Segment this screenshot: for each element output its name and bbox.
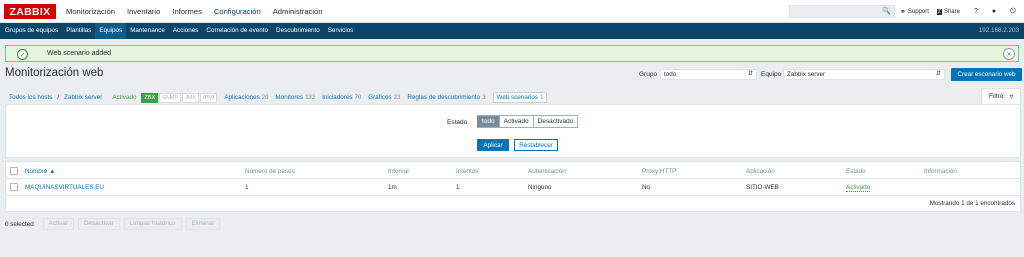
host-navigation: Todos los hosts / Zabbix server Activado… bbox=[9, 92, 548, 103]
column-header-steps: Número de pasos bbox=[245, 168, 295, 175]
server-ip: 192.168.2.203 bbox=[978, 27, 1019, 34]
submenu-grupos-equipos[interactable]: Grupos de equipos bbox=[1, 23, 62, 39]
submenu-mantenance[interactable]: Mantenance bbox=[126, 23, 169, 39]
headset-icon: ⚭ bbox=[900, 8, 906, 16]
column-header-interval: Interval bbox=[388, 168, 409, 175]
host-link[interactable]: Zabbix server bbox=[64, 94, 102, 101]
zbx-availability-tag: ZBX bbox=[141, 92, 159, 103]
top-bar: ZABBIX Monitorización Inventario Informe… bbox=[0, 0, 1024, 23]
enable-button[interactable]: Activar bbox=[42, 218, 74, 230]
host-label: Equipo bbox=[761, 71, 782, 78]
sub-menu-bar: Grupos de equipos Plantillas Equipos Man… bbox=[0, 23, 1024, 39]
reset-button[interactable]: Restablecer bbox=[514, 139, 558, 151]
cell-proxy: No bbox=[642, 184, 651, 191]
menu-configuracion[interactable]: Configuración bbox=[208, 0, 267, 23]
table-header-divider bbox=[6, 178, 1020, 179]
submenu-descubrimiento[interactable]: Descubrimiento bbox=[272, 23, 324, 39]
group-label: Grupo bbox=[639, 71, 658, 78]
menu-monitorizacion[interactable]: Monitorización bbox=[60, 0, 121, 23]
share-link[interactable]: Z Share bbox=[936, 8, 960, 15]
snmp-availability-tag: SNMP bbox=[159, 92, 182, 103]
selected-count: 0 selected bbox=[5, 220, 34, 228]
column-header-info: Información bbox=[924, 168, 957, 175]
column-header-status: Estado bbox=[846, 168, 866, 175]
estado-option-todo[interactable]: todo bbox=[477, 115, 500, 128]
select-arrow-icon: ⇵ bbox=[935, 71, 941, 77]
delete-button[interactable]: Eliminar bbox=[185, 218, 221, 230]
select-all-checkbox[interactable] bbox=[10, 167, 18, 175]
menu-administracion[interactable]: Administración bbox=[267, 0, 329, 23]
filter-panel: Estado todo Activado Desactivado Aplicar… bbox=[5, 104, 1021, 158]
clear-history-button[interactable]: Limpiar histórico bbox=[123, 218, 182, 230]
filter-tab-label: Filtro bbox=[989, 93, 1004, 100]
estado-option-desactivado[interactable]: Desactivado bbox=[533, 115, 579, 128]
user-profile-icon[interactable]: ● bbox=[992, 8, 996, 15]
web-scenarios-link[interactable]: Web scenarios 1 bbox=[492, 92, 548, 103]
page-title: Monitorización web bbox=[5, 67, 104, 79]
mass-action-bar: 0 selected Activar Desactivar Limpiar hi… bbox=[5, 218, 221, 230]
table-row-divider bbox=[6, 195, 1020, 196]
cell-interval: 1m bbox=[388, 184, 397, 191]
main-menu: Monitorización Inventario Informes Confi… bbox=[60, 0, 329, 23]
estado-label: Estado bbox=[447, 119, 468, 126]
search-icon[interactable]: 🔍 bbox=[882, 7, 891, 15]
column-header-authentication: Autenticación bbox=[528, 168, 566, 175]
select-arrow-icon: ⇵ bbox=[747, 71, 753, 77]
create-web-scenario-button[interactable]: Crear escenario web bbox=[951, 68, 1022, 81]
zabbix-logo[interactable]: ZABBIX bbox=[4, 4, 56, 19]
items-link[interactable]: Monitores 132 bbox=[275, 94, 315, 101]
group-select[interactable]: todo ⇵ bbox=[660, 69, 757, 80]
column-header-application: Aplicación bbox=[746, 168, 775, 175]
scenario-name-link[interactable]: MAQUINASVIRTUALES.EU bbox=[25, 184, 104, 191]
cell-application: SITIO-WEB bbox=[746, 184, 779, 191]
cell-attempts: 1 bbox=[456, 184, 460, 191]
help-icon[interactable]: ? bbox=[974, 8, 978, 15]
cell-steps: 1 bbox=[245, 184, 249, 191]
close-icon[interactable]: ✕ bbox=[1003, 48, 1015, 60]
estado-option-activado[interactable]: Activado bbox=[499, 115, 534, 128]
cell-authentication: Ninguno bbox=[528, 184, 552, 191]
triggers-link[interactable]: Iniciadores 70 bbox=[322, 94, 361, 101]
share-icon: Z bbox=[936, 8, 942, 15]
filter-tab[interactable]: Filtro ▿ bbox=[981, 88, 1021, 104]
column-header-attempts: Intentos bbox=[456, 168, 479, 175]
jmx-availability-tag: JMX bbox=[182, 92, 200, 103]
breadcrumb-separator: / bbox=[57, 94, 60, 101]
filter-icon: ▿ bbox=[1009, 92, 1014, 101]
share-label: Share bbox=[943, 8, 960, 15]
host-select[interactable]: Zabbix server ⇵ bbox=[783, 69, 945, 80]
applications-link[interactable]: Aplicaciones 20 bbox=[224, 94, 268, 101]
table-footer-count: Mostrando 1 de 1 encontrados bbox=[929, 200, 1015, 207]
user-links: ⚭ Support Z Share ? ● ⏻ bbox=[900, 0, 1016, 23]
graphs-link[interactable]: Gráficos 23 bbox=[368, 94, 400, 101]
estado-radio-group: todo Activado Desactivado bbox=[477, 115, 579, 128]
support-label: Support bbox=[907, 8, 929, 15]
host-select-value: Zabbix server bbox=[787, 71, 826, 78]
web-scenarios-table: Nombre ▲ Número de pasos Interval Intent… bbox=[5, 161, 1021, 212]
host-enabled-status[interactable]: Activado bbox=[112, 94, 136, 101]
row-checkbox[interactable] bbox=[10, 183, 18, 191]
all-hosts-link[interactable]: Todos los hosts bbox=[9, 94, 52, 101]
success-message-text: Web scenario added bbox=[47, 50, 112, 57]
menu-inventario[interactable]: Inventario bbox=[121, 0, 166, 23]
ipmi-availability-tag: IPMI bbox=[200, 92, 218, 103]
logout-icon[interactable]: ⏻ bbox=[1010, 8, 1016, 16]
global-search-input[interactable]: 🔍 bbox=[789, 5, 895, 18]
submenu-acciones[interactable]: Acciones bbox=[169, 23, 203, 39]
column-header-proxy: Proxy HTTP bbox=[642, 168, 677, 175]
support-link[interactable]: ⚭ Support bbox=[900, 8, 929, 16]
submenu-correlacion[interactable]: Correlación de evento bbox=[202, 23, 272, 39]
cell-status-toggle[interactable]: Activado bbox=[846, 184, 871, 192]
apply-button[interactable]: Aplicar bbox=[477, 139, 509, 151]
menu-informes[interactable]: Informes bbox=[166, 0, 208, 23]
submenu-plantillas[interactable]: Plantillas bbox=[62, 23, 95, 39]
submenu-servicios[interactable]: Servicios bbox=[324, 23, 358, 39]
check-icon: ✓ bbox=[17, 49, 28, 60]
discovery-rules-link[interactable]: Reglas de descubrimiento 3 bbox=[407, 94, 485, 101]
disable-button[interactable]: Desactivar bbox=[77, 218, 120, 230]
column-header-name[interactable]: Nombre ▲ bbox=[25, 168, 55, 175]
success-message: ✓ Web scenario added ✕ bbox=[5, 45, 1019, 62]
group-select-value: todo bbox=[664, 71, 677, 78]
submenu-equipos[interactable]: Equipos bbox=[95, 23, 127, 39]
